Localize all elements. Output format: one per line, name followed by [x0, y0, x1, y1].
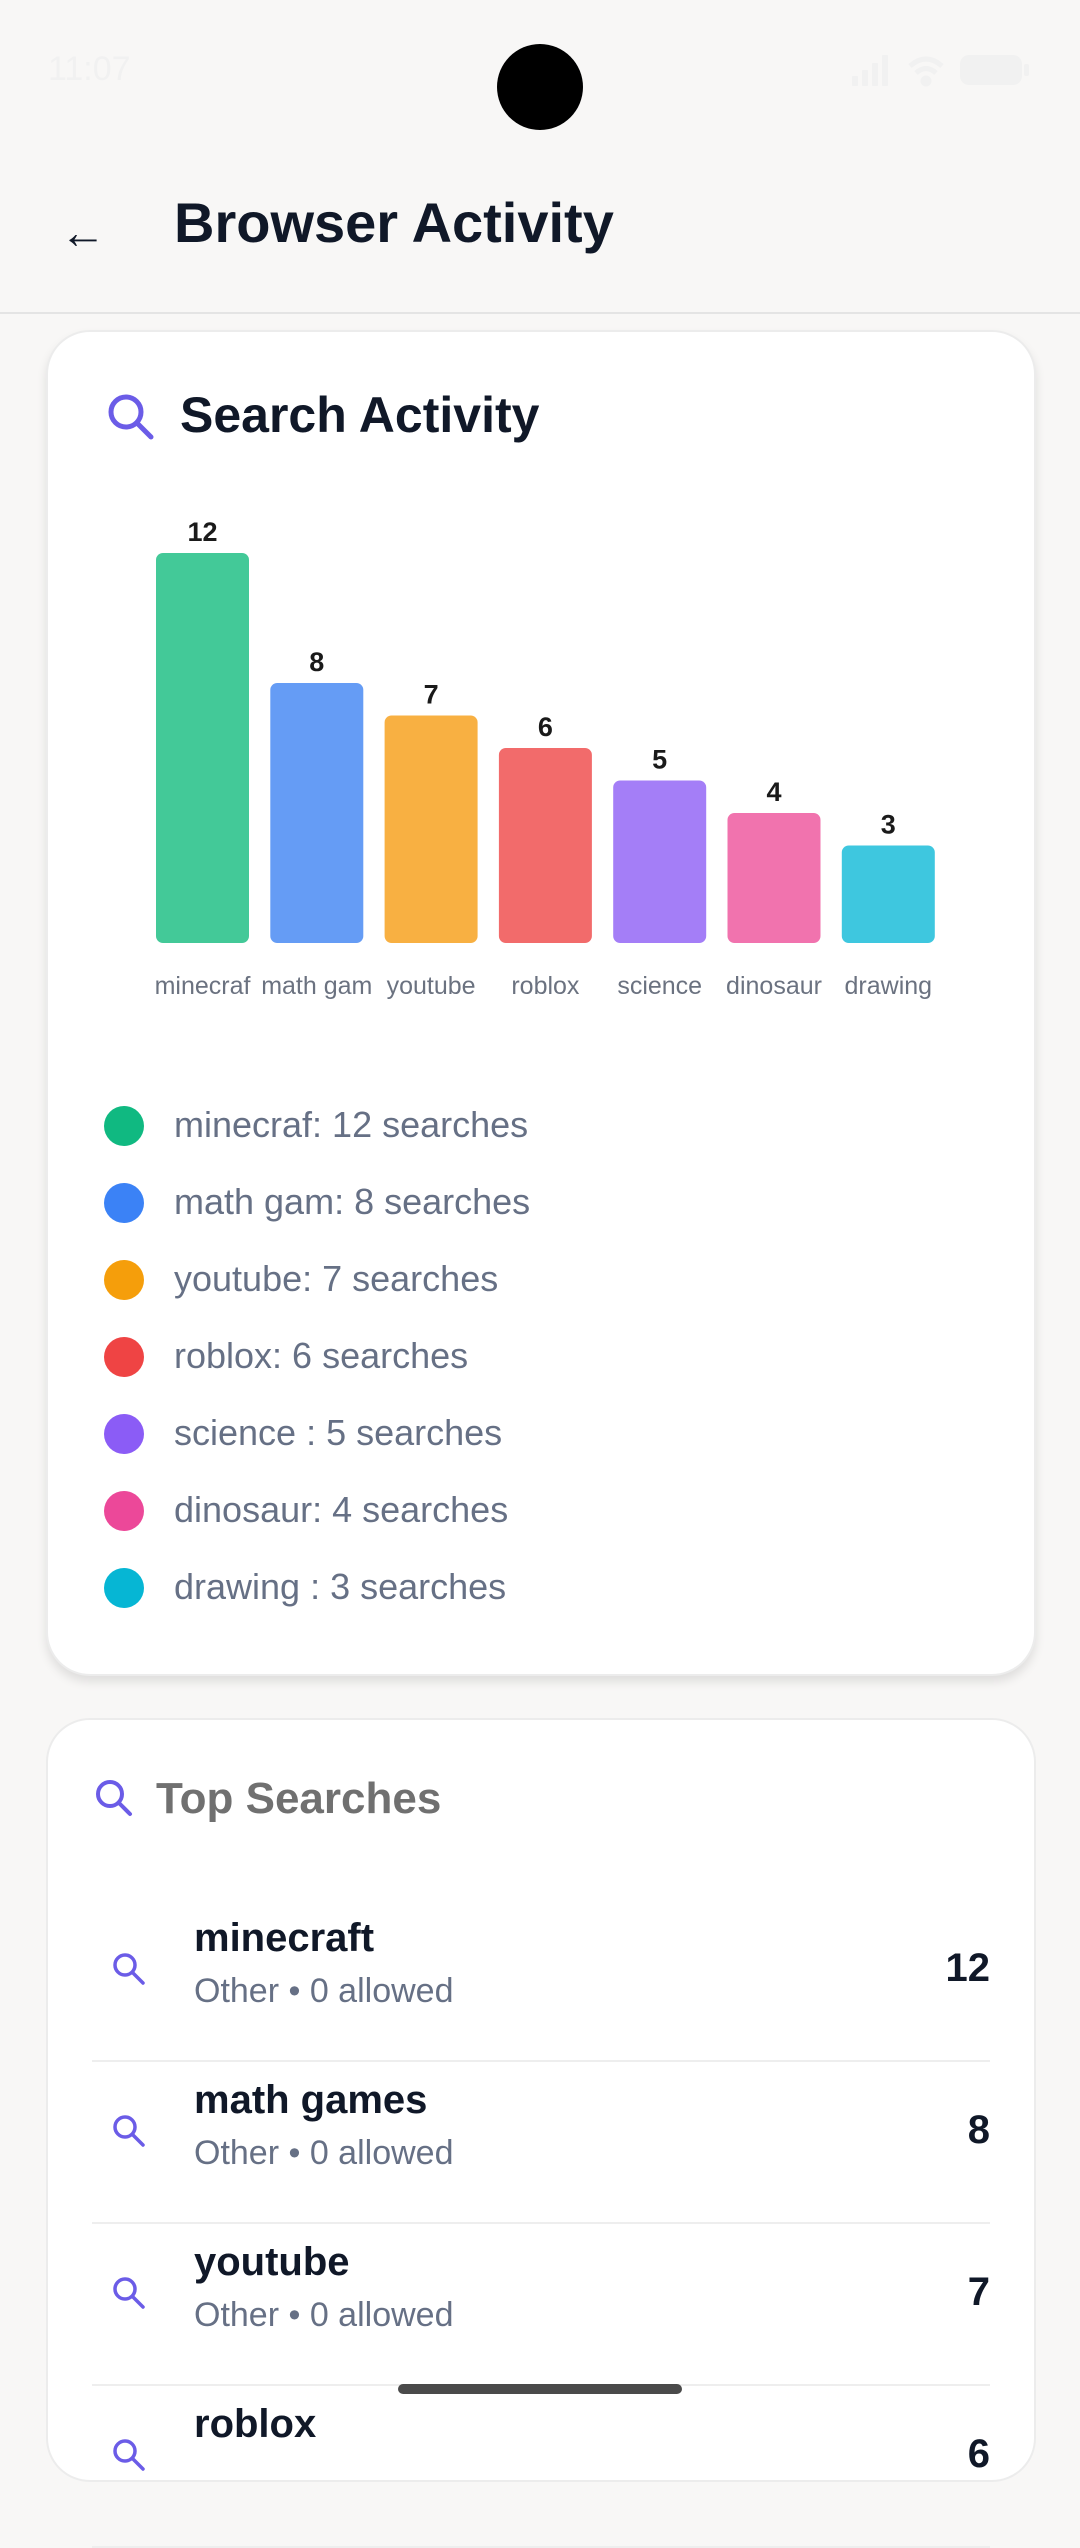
search-activity-card: Search Activity 12 minecraf 8 math gam 7 yout… [46, 330, 1036, 1676]
home-indicator[interactable] [398, 2384, 682, 2394]
search-count: 12 [945, 1946, 991, 1990]
data-label: 4 [766, 777, 781, 807]
x-tick-label: youtube [387, 972, 476, 1000]
chart-bar-math-gam [270, 683, 364, 943]
chart-bar-dinosaur [727, 813, 821, 943]
list-item[interactable]: youtube Other • 0 allowed 7 [92, 2224, 990, 2386]
legend-swatch [104, 1568, 144, 1608]
x-tick-label: roblox [511, 972, 580, 1000]
signal-icon [852, 55, 888, 86]
search-icon [113, 2439, 145, 2471]
search-meta: Other • 0 allowed [194, 1972, 454, 2010]
search-meta: Other • 0 allowed [194, 2296, 454, 2334]
search-count: 8 [967, 2108, 990, 2152]
x-tick-label: science [617, 972, 702, 1000]
search-list: minecraft Other • 0 allowed 12 math games Ot… [92, 1900, 990, 2548]
status-time: 11:07 [48, 50, 131, 88]
search-icon [96, 1780, 132, 1816]
search-count: 6 [967, 2432, 990, 2476]
search-count: 7 [967, 2270, 990, 2314]
x-tick-label: drawing [845, 972, 933, 1000]
arrow-left-icon: ← [60, 206, 106, 258]
legend-swatch [104, 1106, 144, 1146]
legend-swatch [104, 1183, 144, 1223]
legend-swatch [104, 1491, 144, 1531]
legend-swatch [104, 1337, 144, 1377]
legend-label: science : 5 searches [174, 1412, 503, 1453]
legend-label: math gam: 8 searches [174, 1181, 531, 1222]
data-label: 6 [538, 712, 553, 742]
chart-bar-drawing [841, 845, 935, 943]
data-label: 8 [309, 647, 324, 677]
chart-bar-roblox [498, 748, 592, 943]
legend-label: minecraf: 12 searches [174, 1104, 529, 1145]
legend-swatch [104, 1414, 144, 1454]
data-label: 3 [881, 810, 896, 840]
page-title: Browser Activity [174, 191, 614, 254]
wifi-icon [908, 56, 944, 87]
search-term: math games [194, 2078, 428, 2122]
search-icon [113, 2277, 145, 2309]
search-icon [113, 2115, 145, 2147]
x-tick-label: math gam [261, 972, 372, 1000]
x-tick-label: dinosaur [726, 972, 822, 1000]
top-searches-card: Top Searches minecraft Other • 0 allowed 1… [46, 1718, 1036, 2548]
app-bar: ← Browser Activity [0, 140, 1080, 314]
list-item[interactable]: minecraft Other • 0 allowed 12 [92, 1900, 990, 2062]
card-title: Top Searches [156, 1774, 442, 1823]
chart-bar-youtube [384, 715, 478, 943]
list-item[interactable]: roblox 6 [92, 2386, 990, 2548]
legend-label: drawing : 3 searches [174, 1566, 507, 1607]
search-icon [113, 1953, 145, 1985]
data-label: 12 [187, 517, 217, 547]
list-item[interactable]: math games Other • 0 allowed 8 [92, 2062, 990, 2224]
chart-bar-science [613, 780, 707, 943]
legend-label: roblox: 6 searches [174, 1335, 469, 1376]
search-term: minecraft [194, 1916, 375, 1960]
battery-icon [960, 55, 1029, 85]
legend-label: youtube: 7 searches [174, 1258, 499, 1299]
x-tick-label: minecraf [155, 972, 251, 1000]
back-button[interactable]: ← [60, 202, 120, 262]
search-term: roblox [194, 2402, 317, 2446]
status-icons [852, 55, 1029, 87]
legend-label: dinosaur: 4 searches [174, 1489, 509, 1530]
status-bar: 11:07 [0, 0, 1080, 140]
front-camera [497, 44, 583, 130]
data-label: 5 [652, 745, 667, 775]
search-term: youtube [194, 2240, 350, 2284]
search-activity-chart: 12 minecraf 8 math gam 7 youtube 6 roblox 5 scien… [155, 517, 935, 1000]
legend-swatch [104, 1260, 144, 1300]
chart-bar-minecraf [156, 553, 249, 943]
data-label: 7 [424, 680, 439, 710]
search-meta: Other • 0 allowed [194, 2134, 454, 2172]
